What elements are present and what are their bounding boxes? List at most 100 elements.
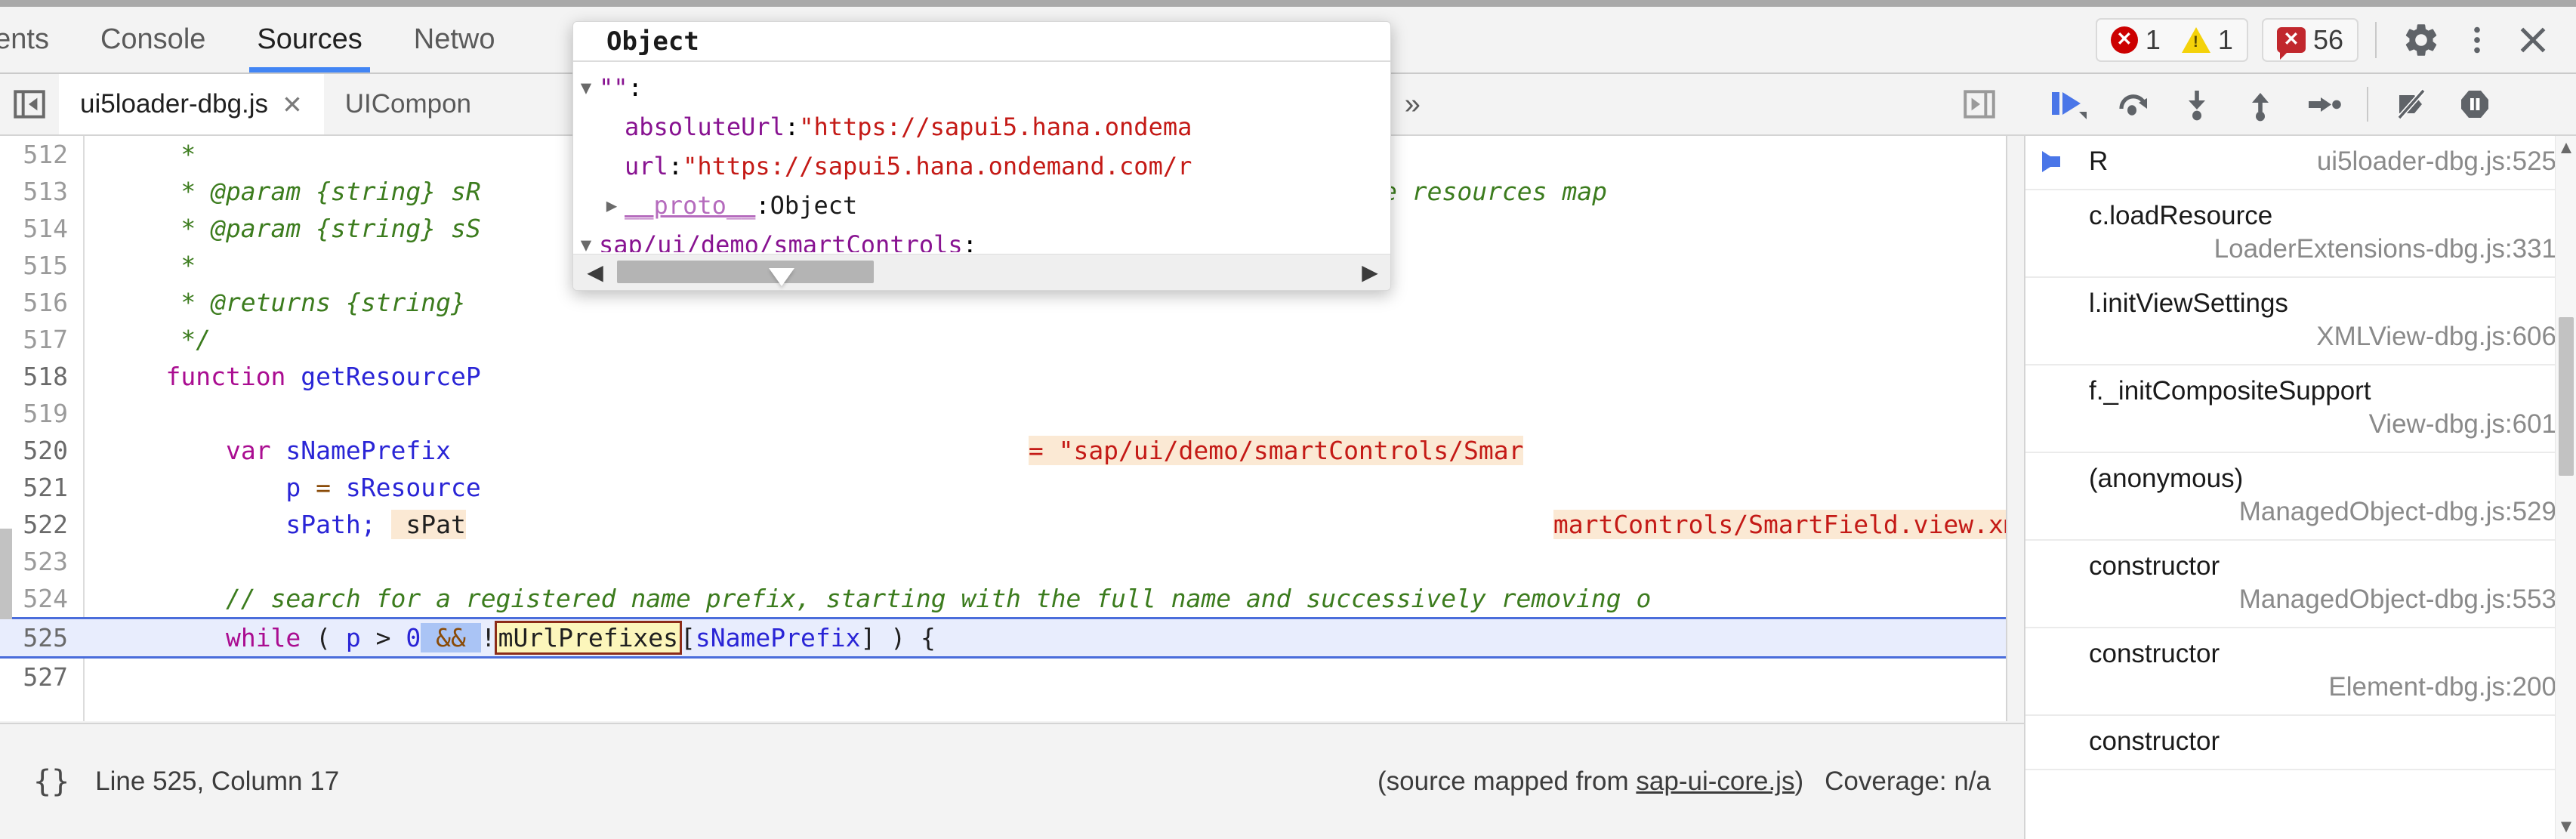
- object-key: url: [625, 152, 668, 180]
- line-number-515: 515: [23, 251, 68, 280]
- tab-elements-label: nents: [0, 23, 49, 55]
- sidebar-scroll-up-arrow-icon[interactable]: ▲: [2556, 136, 2576, 160]
- object-prop-proto-1[interactable]: ▶ __proto__ : Object: [573, 186, 1390, 225]
- step-over-button[interactable]: [2106, 79, 2161, 129]
- file-tab-uicomponent[interactable]: UICompon: [324, 74, 492, 134]
- code-line-521[interactable]: 521 p = sResource: [0, 469, 2006, 506]
- call-stack-location: LoaderExtensions-dbg.js:331: [2214, 234, 2556, 264]
- object-prop-url-1[interactable]: url : "https://sapui5.hana.ondemand.com/…: [573, 147, 1390, 186]
- resume-button[interactable]: [2042, 79, 2098, 129]
- deactivate-breakpoints-icon: [2397, 88, 2426, 120]
- settings-button[interactable]: [2396, 15, 2446, 65]
- code-line-523[interactable]: 523: [0, 543, 2006, 580]
- line-content-520: var sNamePrefix = "sap/ui/demo/smartCont…: [85, 436, 2006, 465]
- console-counters[interactable]: ✕ 1 1: [2095, 17, 2248, 62]
- error-counter[interactable]: ✕ 1: [2110, 24, 2161, 56]
- show-navigator-button[interactable]: [0, 85, 59, 123]
- file-tab-ui5loader[interactable]: ui5loader-dbg.js ✕: [59, 74, 324, 134]
- status-bar-right: (source mapped from sap-ui-core.js) Cove…: [1377, 767, 1991, 797]
- warning-triangle-icon: [2181, 26, 2210, 53]
- sidebar-scroll-down-arrow-icon[interactable]: ▼: [2556, 815, 2576, 839]
- code-comment: // search for a registered name prefix, …: [106, 584, 1652, 613]
- tab-network[interactable]: Netwo: [388, 7, 521, 72]
- step-into-icon: [2189, 91, 2205, 121]
- line-content-516: * @returns {string}: [85, 288, 2006, 317]
- code-variable: sResource: [345, 473, 481, 502]
- call-stack-function-name: c.loadResource: [2089, 201, 2273, 230]
- call-stack-row-7[interactable]: constructor: [2025, 716, 2576, 770]
- sidebar-vscroll-thumb[interactable]: [2559, 317, 2574, 476]
- show-debugger-button[interactable]: [1950, 85, 2009, 123]
- line-number-522: 522: [23, 510, 68, 539]
- close-devtools-button[interactable]: [2508, 15, 2558, 65]
- code-line-517[interactable]: 517 */: [0, 321, 2006, 358]
- code-keyword-while: while: [225, 623, 301, 652]
- popover-scroll-left-arrow-icon[interactable]: ◀: [578, 254, 612, 289]
- call-stack-row-2[interactable]: l.initViewSettings XMLView-dbg.js:606: [2025, 278, 2576, 366]
- code-line-527[interactable]: [0, 696, 2006, 721]
- call-stack-row-3[interactable]: f._initCompositeSupport View-dbg.js:601: [2025, 366, 2576, 453]
- call-stack-location: ManagedObject-dbg.js:529: [2238, 497, 2556, 526]
- popover-hscroll-thumb[interactable]: [617, 261, 874, 283]
- coverage-label: Coverage: n/a: [1825, 767, 1991, 796]
- object-prop-smartcontrols[interactable]: ▼ sap/ui/demo/smartControls :: [573, 225, 1390, 252]
- step-into-button[interactable]: [2169, 79, 2225, 129]
- source-map-link[interactable]: sap-ui-core.js: [1636, 767, 1794, 796]
- object-value: "https://sapui5.hana.ondema: [799, 113, 1192, 141]
- warning-count: 1: [2217, 23, 2233, 55]
- issues-counter[interactable]: ✕ 56: [2261, 17, 2359, 62]
- editor-left-edge-scroll-indicator[interactable]: [0, 529, 12, 619]
- tab-sources[interactable]: Sources: [231, 7, 387, 72]
- line-number-518: 518: [23, 362, 68, 391]
- code-line-524[interactable]: 524 // search for a registered name pref…: [0, 580, 2006, 617]
- deactivate-breakpoints-button[interactable]: [2383, 79, 2439, 129]
- line-number-524: 524: [23, 584, 68, 613]
- hovered-token-murlprefixes[interactable]: mUrlPrefixes: [494, 621, 683, 655]
- error-circle-icon: ✕: [2110, 26, 2138, 54]
- call-stack-row-1[interactable]: c.loadResource LoaderExtensions-dbg.js:3…: [2025, 190, 2576, 278]
- pause-on-exceptions-button[interactable]: [2447, 79, 2503, 129]
- call-stack-row-5[interactable]: constructor ManagedObject-dbg.js:553: [2025, 541, 2576, 628]
- popover-body[interactable]: ▼ "" : absoluteUrl : "https://sapui5.han…: [573, 63, 1390, 252]
- file-tab-close-icon[interactable]: ✕: [282, 90, 303, 119]
- step-button[interactable]: [2296, 79, 2352, 129]
- step-out-button[interactable]: [2232, 79, 2288, 129]
- call-stack-row-4[interactable]: (anonymous) ManagedObject-dbg.js:529: [2025, 453, 2576, 541]
- line-content-524: // search for a registered name prefix, …: [85, 584, 2006, 613]
- line-number-526: 527: [23, 662, 68, 692]
- object-prop-empty-key[interactable]: ▼ "" :: [573, 68, 1390, 107]
- line-number-525: 525: [23, 623, 68, 652]
- warning-counter[interactable]: 1: [2181, 23, 2233, 56]
- line-number-512: 512: [23, 140, 68, 169]
- code-line-522[interactable]: 522 sPath; sPat martControls/SmartField.v…: [0, 506, 2006, 543]
- disclosure-triangle-open-icon[interactable]: ▼: [573, 234, 599, 252]
- code-line-525[interactable]: 525 while ( p > 0 && !mUrlPrefixes[sName…: [0, 617, 2006, 659]
- code-line-526[interactable]: 527: [0, 659, 2006, 696]
- code-line-520[interactable]: 520 var sNamePrefix = "sap/ui/demo/smart…: [0, 432, 2006, 469]
- pretty-print-button[interactable]: {}: [33, 764, 69, 799]
- object-value-popover[interactable]: Object ▼ "" : absoluteUrl : "https://sap…: [572, 21, 1391, 291]
- call-stack-vertical-scrollbar[interactable]: ▲ ▼: [2555, 136, 2576, 839]
- disclosure-triangle-closed-icon[interactable]: ▶: [599, 195, 625, 216]
- call-stack-row-0[interactable]: R ui5loader-dbg.js:525: [2025, 136, 2576, 190]
- call-stack-location: View-dbg.js:601: [2368, 409, 2556, 439]
- call-stack-panel[interactable]: R ui5loader-dbg.js:525 c.loadResource Lo…: [2024, 136, 2576, 839]
- call-stack-function-name: constructor: [2089, 726, 2220, 756]
- tab-console[interactable]: Console: [75, 7, 231, 72]
- more-options-button[interactable]: [2452, 15, 2502, 65]
- object-prop-absoluteurl-1[interactable]: absoluteUrl : "https://sapui5.hana.ondem…: [573, 107, 1390, 147]
- tab-elements[interactable]: nents: [0, 7, 75, 72]
- code-number-zero: 0: [406, 623, 421, 652]
- popover-scroll-right-arrow-icon[interactable]: ▶: [1353, 254, 1387, 289]
- call-stack-row-6[interactable]: constructor Element-dbg.js:200: [2025, 628, 2576, 716]
- popover-horizontal-scrollbar[interactable]: ◀ ▶: [573, 254, 1390, 290]
- line-number-516: 516: [23, 288, 68, 317]
- code-string-literal: martControls/SmartField.view.xml": [1553, 510, 2006, 539]
- disclosure-triangle-open-icon[interactable]: ▼: [573, 77, 599, 98]
- line-number-513: 513: [23, 177, 68, 206]
- show-navigator-icon: [14, 90, 45, 119]
- code-line-518[interactable]: 518 function getResourceP: [0, 358, 2006, 395]
- window-drag-bar[interactable]: [0, 0, 2576, 7]
- code-line-519[interactable]: 519: [0, 395, 2006, 432]
- file-tab-overflow-button[interactable]: »: [1385, 88, 1440, 121]
